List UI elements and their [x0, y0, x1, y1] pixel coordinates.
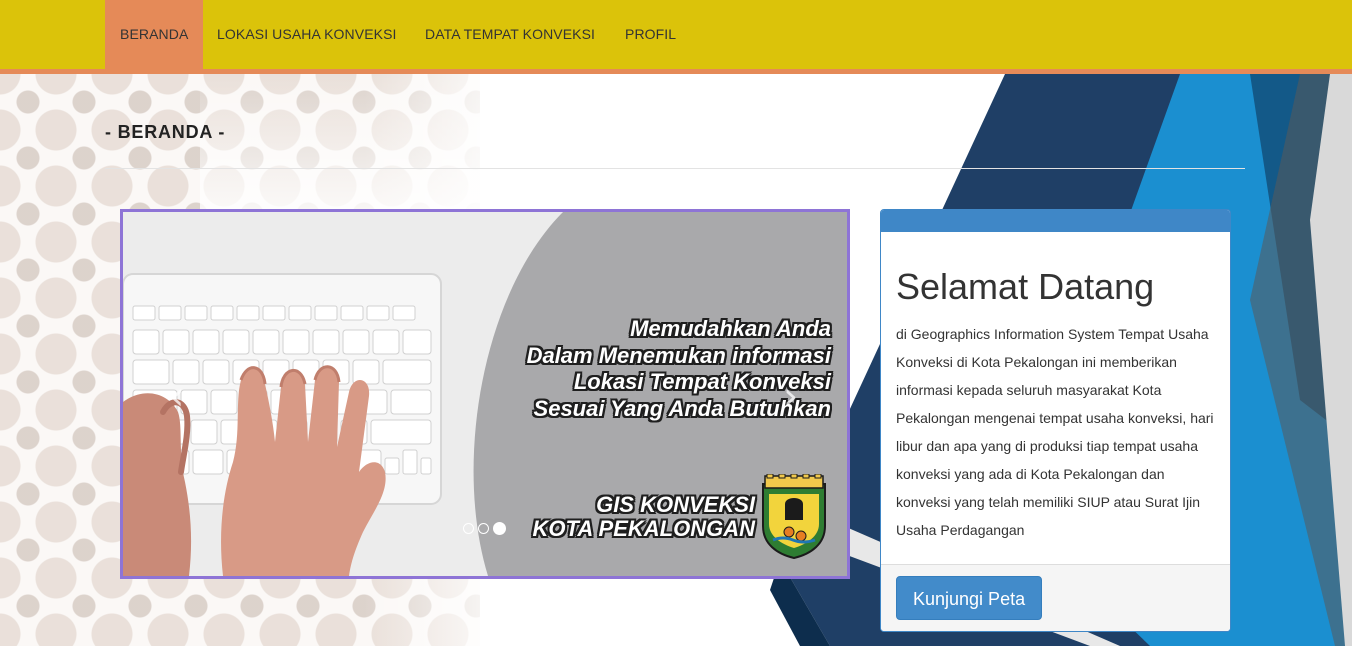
image-carousel[interactable]: Memudahkan Anda Dalam Menemukan informas…: [120, 209, 850, 579]
carousel-next-icon[interactable]: ›: [783, 374, 798, 418]
carousel-indicators: [463, 522, 506, 535]
page-title: - BERANDA -: [105, 122, 226, 142]
nav-item-data-tempat-konveksi[interactable]: DATA TEMPAT KONVEKSI: [410, 0, 610, 69]
slide-caption-line: Memudahkan Anda: [630, 316, 831, 341]
panel-footer: Kunjungi Peta: [881, 564, 1230, 631]
carousel-indicator-2[interactable]: [478, 523, 489, 534]
carousel-indicator-1[interactable]: [463, 523, 474, 534]
top-navbar: BERANDA LOKASI USAHA KONVEKSI DATA TEMPA…: [0, 0, 1352, 74]
nav-item-beranda[interactable]: BERANDA: [105, 0, 204, 69]
kota-pekalongan-emblem-icon: [762, 474, 826, 560]
visit-map-button[interactable]: Kunjungi Peta: [896, 576, 1043, 620]
welcome-panel: Selamat Datang di Geographics Informatio…: [880, 209, 1231, 632]
brand-line: KOTA PEKALONGAN: [532, 516, 755, 541]
carousel-prev-icon[interactable]: ‹: [169, 374, 184, 418]
slide-caption-line: Dalam Menemukan informasi: [526, 342, 831, 368]
nav-item-profil[interactable]: PROFIL: [610, 0, 691, 69]
gis-brand-text: GIS KONVEKSI KOTA PEKALONGAN: [533, 493, 755, 541]
carousel-indicator-3[interactable]: [493, 522, 506, 535]
panel-heading-bar: [881, 210, 1230, 232]
welcome-description: di Geographics Information System Tempat…: [896, 326, 1214, 538]
brand-line: GIS KONVEKSI: [596, 492, 755, 517]
nav-item-lokasi-usaha-konveksi[interactable]: LOKASI USAHA KONVEKSI: [202, 0, 412, 69]
welcome-title: Selamat Datang: [896, 266, 1155, 307]
title-divider: [105, 168, 1245, 169]
